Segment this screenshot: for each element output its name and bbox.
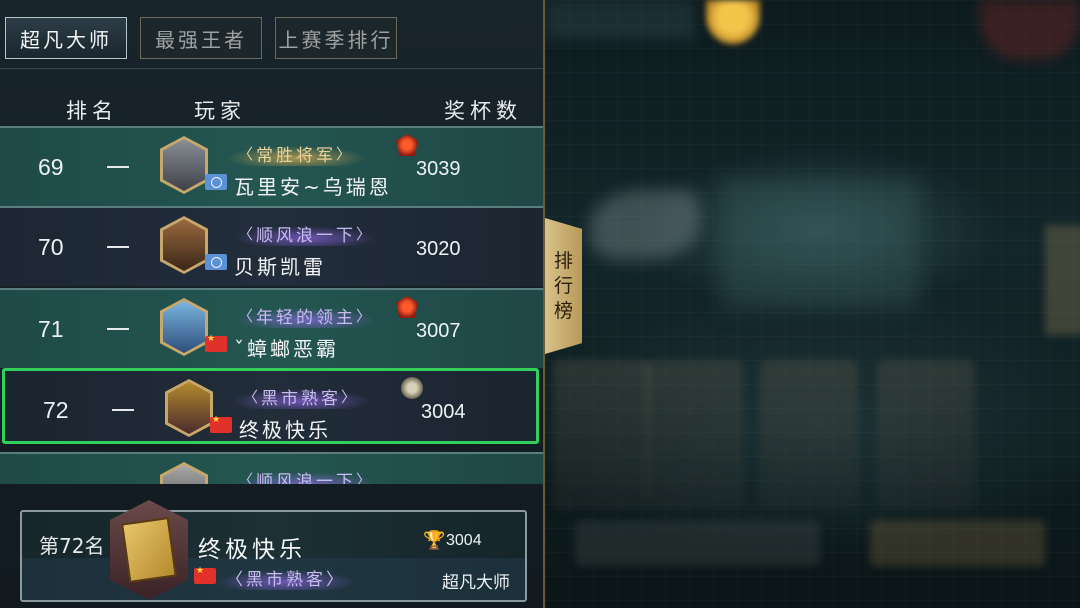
player-title-badge: 〈顺风浪一下〉 [226, 466, 387, 485]
self-avatar [110, 500, 188, 600]
player-title-badge: 〈常胜将军〉 [226, 140, 367, 166]
player-title-badge: 〈顺风浪一下〉 [226, 220, 387, 246]
trophy-icon: 🏆 [423, 530, 446, 551]
avatar-portrait [163, 139, 205, 191]
table-row[interactable]: 72〈黑市熟客〉终极快乐3004 [2, 368, 539, 444]
trophy-count: 3020 [416, 238, 461, 260]
self-title-text: 黑市熟客 [246, 569, 326, 590]
table-row[interactable]: 71 〈年轻的领主〉 ˇ蟑螂恶霸 3007 [0, 288, 543, 368]
side-tab-char: 榜 [553, 299, 573, 322]
blurred-button [870, 520, 1045, 566]
blurred-top-right-emblem [980, 0, 1080, 60]
player-avatar[interactable] [160, 298, 208, 356]
blurred-card [760, 360, 858, 510]
player-name: ˇ蟑螂恶霸 [234, 337, 339, 361]
player-avatar[interactable] [160, 136, 208, 194]
wings-emblem [590, 190, 700, 260]
player-title-text: 常胜将军 [256, 145, 337, 166]
self-rank-card[interactable]: 第72名 终极快乐 🏆 3004 〈黑市熟客〉 超凡大师 [20, 500, 527, 602]
table-row[interactable]: 69 〈常胜将军〉瓦里安~乌瑞恩 3039 [0, 126, 543, 206]
leaderboard-panel: 超凡大师 最强王者 上赛季排行 排名 玩家 奖杯数 69 〈常胜将军〉瓦里安~乌瑞… [0, 0, 545, 608]
rank-trend-dash-icon [112, 409, 134, 411]
tab-grandmaster[interactable]: 超凡大师 [5, 17, 127, 59]
tab-last-season[interactable]: 上赛季排行 [275, 17, 397, 59]
avatar-portrait [163, 465, 205, 484]
rank-number: 69 [38, 154, 64, 180]
bracket-left: 〈 [238, 306, 257, 325]
side-tab-char: 行 [553, 274, 573, 297]
rank-tier-icon [401, 377, 423, 399]
bracket-right: 〉 [341, 387, 360, 406]
bracket-right: 〉 [356, 470, 375, 485]
player-title-text: 年轻的领主 [256, 307, 357, 328]
china-flag-icon [210, 415, 232, 433]
ranking-list[interactable]: 69〈常胜将军〉瓦里安~乌瑞恩303970〈顺风浪一下〉贝斯凯雷302071〈年… [0, 126, 543, 484]
self-rank-label: 第72名 [39, 534, 105, 558]
trophy-count: 3007 [416, 320, 461, 342]
bracket-left: 〈 [243, 387, 262, 406]
column-header-trophies: 奖杯数 [444, 99, 522, 123]
self-name: 终极快乐 [198, 537, 306, 563]
player-name: 终极快乐 [239, 418, 331, 442]
china-flag-icon [205, 334, 227, 352]
rank-tier-icon [396, 134, 418, 156]
cards-icon [121, 516, 177, 584]
leaderboard-side-tab[interactable]: 排 行 榜 [545, 218, 582, 354]
player-name: 瓦里安~乌瑞恩 [234, 175, 392, 199]
bracket-right: 〉 [356, 306, 375, 325]
self-tier: 超凡大师 [442, 573, 510, 593]
rank-trend-dash-icon [107, 166, 129, 168]
player-avatar[interactable] [165, 379, 213, 437]
un-flag-icon [205, 254, 227, 270]
player-avatar[interactable] [160, 462, 208, 484]
blurred-card [645, 360, 743, 510]
player-avatar[interactable] [160, 216, 208, 274]
blurred-tier-info [720, 180, 920, 310]
player-title-badge: 〈黑市熟客〉 [231, 383, 372, 409]
player-title-text: 黑市熟客 [261, 388, 342, 409]
blurred-side-panel [1045, 225, 1080, 335]
rank-number: 70 [38, 234, 64, 260]
tab-bar: 超凡大师 最强王者 上赛季排行 [5, 17, 397, 59]
trophy-count: 3004 [421, 401, 466, 423]
un-flag-icon [205, 174, 227, 190]
self-trophies: 3004 [446, 532, 482, 549]
column-header-player: 玩家 [194, 99, 246, 123]
china-flag-icon [194, 566, 216, 584]
self-title-badge: 〈黑市熟客〉 [216, 564, 356, 590]
rank-number: 71 [38, 316, 64, 342]
bracket-left: 〈 [238, 224, 257, 243]
player-title-text: 顺风浪一下 [256, 471, 357, 485]
bracket-left: 〈 [238, 144, 257, 163]
player-title-badge: 〈年轻的领主〉 [226, 302, 387, 328]
rank-trend-dash-icon [107, 246, 129, 248]
bracket-right: 〉 [336, 144, 355, 163]
table-row[interactable]: 〈顺风浪一下〉 [0, 452, 543, 484]
player-title-text: 顺风浪一下 [256, 225, 357, 246]
blurred-card [553, 360, 651, 510]
rank-trend-dash-icon [107, 328, 129, 330]
blurred-top-bar [545, 0, 695, 40]
blurred-card [877, 360, 975, 510]
rank-number: 72 [43, 397, 69, 423]
avatar-portrait [163, 219, 205, 271]
table-row[interactable]: 70 〈顺风浪一下〉贝斯凯雷 3020 [0, 206, 543, 286]
bracket-right: 〉 [326, 569, 346, 590]
player-name: 贝斯凯雷 [234, 255, 326, 279]
side-tab-char: 排 [553, 249, 573, 272]
bracket-right: 〉 [356, 224, 375, 243]
column-header-rank: 排名 [66, 99, 118, 123]
avatar-portrait [168, 382, 210, 434]
trophy-count: 3039 [416, 158, 461, 180]
bracket-left: 〈 [238, 470, 257, 485]
tab-king[interactable]: 最强王者 [140, 17, 262, 59]
avatar-portrait [163, 301, 205, 353]
rank-tier-icon [396, 296, 418, 318]
blurred-button [575, 520, 820, 566]
bracket-left: 〈 [226, 569, 246, 590]
divider [0, 68, 543, 69]
